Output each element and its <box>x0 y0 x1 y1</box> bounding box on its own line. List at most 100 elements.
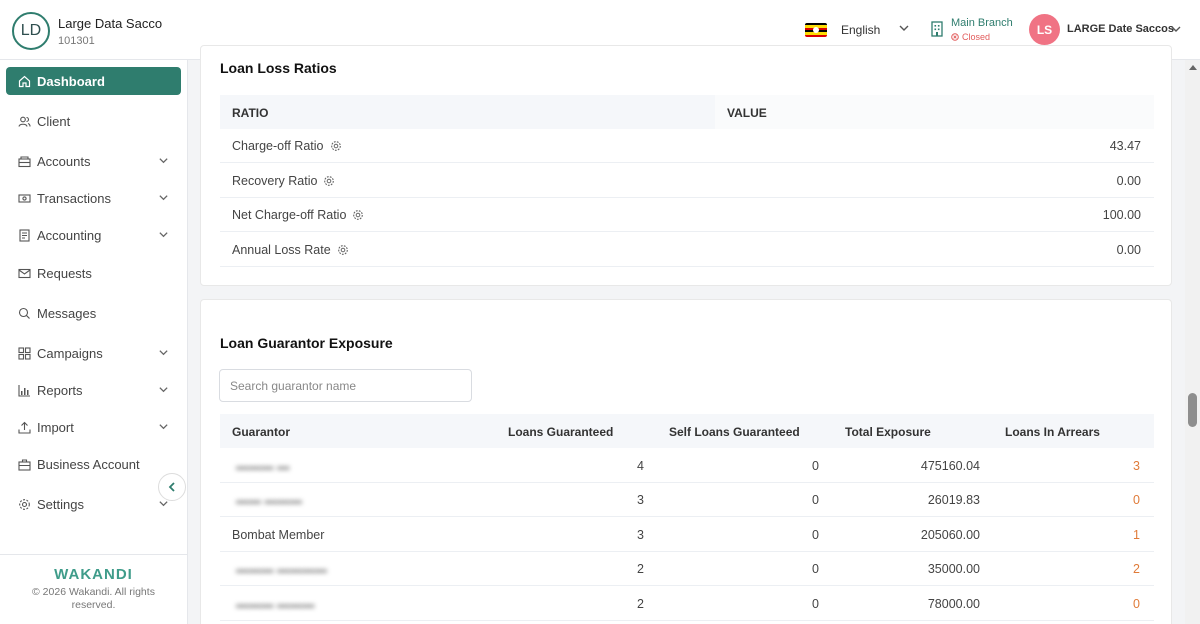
chevron-down-icon[interactable] <box>158 155 169 166</box>
sidebar-item-accounting[interactable]: Accounting <box>6 221 181 249</box>
org-code: 101301 <box>58 34 95 47</box>
sidebar-item-campaigns[interactable]: Campaigns <box>6 339 181 367</box>
scrollbar-thumb[interactable] <box>1188 393 1197 427</box>
column-header-value: VALUE <box>727 106 767 120</box>
users-icon <box>17 114 31 128</box>
guarantor-name-redacted: ▬▬ ▬▬▬ <box>236 493 302 507</box>
mail-icon <box>17 266 31 280</box>
organization-switcher[interactable]: LD Large Data Sacco 101301 <box>12 12 162 50</box>
loans-in-arrears: 2 <box>1133 562 1140 576</box>
chat-icon <box>17 306 31 320</box>
chevron-down-icon[interactable] <box>158 192 169 203</box>
column-header-self-loans-guaranteed: Self Loans Guaranteed <box>669 425 800 439</box>
ratio-label: Charge-off Ratio <box>232 139 342 153</box>
scroll-up-arrow-icon[interactable] <box>1189 64 1197 70</box>
sidebar: Dashboard Client Accounts Transactions A… <box>0 60 188 624</box>
wakandi-logo: WAKANDI <box>54 566 133 583</box>
branch-status: Closed <box>951 32 990 42</box>
page-scrollbar[interactable] <box>1185 60 1200 624</box>
guarantor-name: Bombat Member <box>232 528 325 542</box>
loans-in-arrears: 0 <box>1133 597 1140 611</box>
sidebar-item-business-account[interactable]: Business Account <box>6 450 181 478</box>
sidebar-item-label: Transactions <box>37 190 111 206</box>
language-selector[interactable]: English <box>841 23 880 37</box>
cash-icon <box>17 191 31 205</box>
user-name[interactable]: LARGE Date Saccos <box>1067 23 1174 35</box>
chevron-down-icon[interactable] <box>1170 23 1182 35</box>
gear-icon[interactable] <box>352 209 364 221</box>
sidebar-item-label: Campaigns <box>37 345 103 361</box>
column-header-loans-guaranteed: Loans Guaranteed <box>508 425 614 439</box>
column-header-ratio: RATIO <box>232 106 269 120</box>
sidebar-item-label: Business Account <box>37 456 140 472</box>
gear-icon[interactable] <box>337 244 349 256</box>
uganda-flag-icon[interactable] <box>805 23 827 37</box>
sidebar-item-client[interactable]: Client <box>6 107 181 135</box>
chevron-down-icon[interactable] <box>898 22 910 34</box>
upload-icon <box>17 420 31 434</box>
briefcase-icon <box>17 457 31 471</box>
grid-icon <box>17 346 31 360</box>
sidebar-item-label: Import <box>37 419 74 435</box>
ratio-value: 43.47 <box>1109 139 1141 153</box>
sidebar-item-accounts[interactable]: Accounts <box>6 147 181 175</box>
guarantor-search-input[interactable] <box>219 369 472 402</box>
table-row[interactable]: ▬▬▬ ▬▬▬ 2 0 78000.00 0 <box>220 587 1154 621</box>
loans-guaranteed: 3 <box>637 528 644 542</box>
org-avatar: LD <box>12 12 50 50</box>
ratio-value: 100.00 <box>1102 208 1141 222</box>
user-avatar[interactable]: LS <box>1029 14 1060 45</box>
chevron-left-icon <box>168 482 175 492</box>
ratio-label: Net Charge-off Ratio <box>232 208 364 222</box>
chevron-down-icon[interactable] <box>158 421 169 432</box>
sidebar-item-label: Dashboard <box>37 73 105 89</box>
ratio-value: 0.00 <box>1116 243 1141 257</box>
guarantor-name-redacted: ▬▬▬ ▬▬▬ <box>236 597 315 611</box>
self-loans-guaranteed: 0 <box>812 597 819 611</box>
sidebar-divider <box>0 554 187 555</box>
total-exposure: 475160.04 <box>920 459 980 473</box>
branch-status-label: Closed <box>962 32 991 42</box>
ratio-value: 0.00 <box>1116 174 1141 188</box>
sidebar-item-label: Accounting <box>37 227 102 243</box>
gear-icon <box>17 497 31 511</box>
sidebar-item-messages[interactable]: Messages <box>6 299 181 327</box>
table-row[interactable]: Bombat Member 3 0 205060.00 1 <box>220 518 1154 552</box>
sidebar-item-dashboard[interactable]: Dashboard <box>6 67 181 95</box>
column-header-guarantor: Guarantor <box>232 425 291 439</box>
sidebar-item-transactions[interactable]: Transactions <box>6 184 181 212</box>
table-row[interactable]: ▬▬▬ ▬ 4 0 475160.04 3 <box>220 449 1154 483</box>
sidebar-item-label: Settings <box>37 496 84 512</box>
self-loans-guaranteed: 0 <box>812 493 819 507</box>
branch-name[interactable]: Main Branch <box>951 17 1013 29</box>
sidebar-item-import[interactable]: Import <box>6 413 181 441</box>
chevron-down-icon[interactable] <box>158 384 169 395</box>
sidebar-item-reports[interactable]: Reports <box>6 376 181 404</box>
gear-icon[interactable] <box>330 140 342 152</box>
loans-guaranteed: 2 <box>637 562 644 576</box>
sidebar-item-label: Requests <box>37 265 92 281</box>
loans-in-arrears: 0 <box>1133 493 1140 507</box>
guarantor-table-header: Guarantor Loans Guaranteed Self Loans Gu… <box>220 414 1154 448</box>
ledger-icon <box>17 228 31 242</box>
org-name: Large Data Sacco <box>58 15 163 31</box>
loans-guaranteed: 4 <box>637 459 644 473</box>
collapse-sidebar-button[interactable] <box>158 473 186 501</box>
table-row[interactable]: ▬▬▬ ▬▬▬▬ 2 0 35000.00 2 <box>220 552 1154 586</box>
table-row[interactable]: ▬▬ ▬▬▬ 3 0 26019.83 0 <box>220 483 1154 517</box>
self-loans-guaranteed: 0 <box>812 459 819 473</box>
sidebar-item-label: Messages <box>37 305 97 321</box>
chevron-down-icon[interactable] <box>158 347 169 358</box>
closed-circle-icon <box>951 33 959 41</box>
sidebar-item-requests[interactable]: Requests <box>6 259 181 287</box>
guarantor-name-redacted: ▬▬▬ ▬ <box>236 459 290 473</box>
sidebar-item-label: Client <box>37 113 71 129</box>
total-exposure: 35000.00 <box>927 562 980 576</box>
loan-guarantor-exposure-title: Loan Guarantor Exposure <box>220 335 393 351</box>
gear-icon[interactable] <box>323 175 335 187</box>
table-row: Annual Loss Rate 0.00 <box>220 233 1154 267</box>
sidebar-item-settings[interactable]: Settings <box>6 490 181 518</box>
loans-in-arrears: 1 <box>1133 528 1140 542</box>
chevron-down-icon[interactable] <box>158 229 169 240</box>
table-row: Recovery Ratio 0.00 <box>220 164 1154 198</box>
